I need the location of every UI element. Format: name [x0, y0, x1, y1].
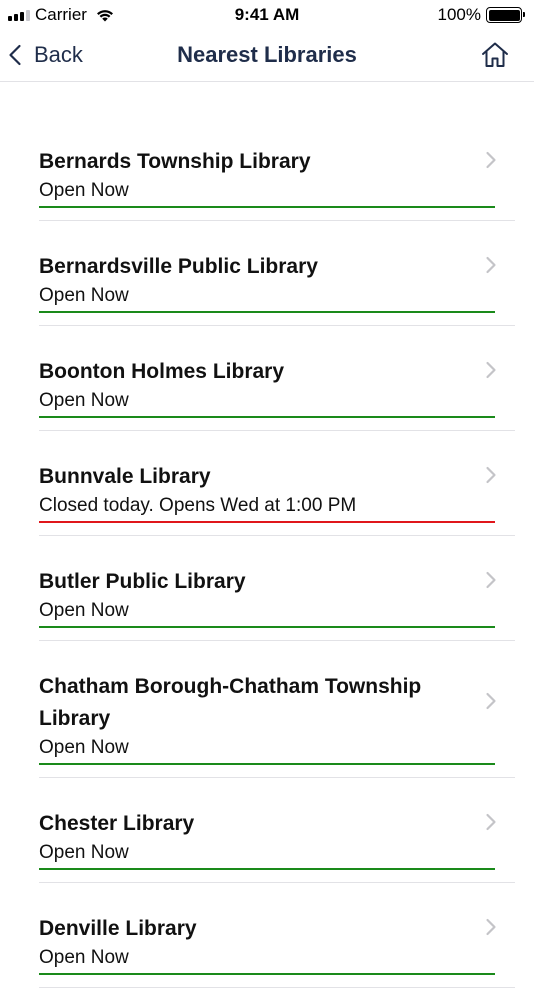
library-name: Chatham Borough-Chatham Township Library [39, 675, 422, 730]
library-status: Open Now [39, 600, 129, 621]
status-indicator-bar [39, 868, 495, 870]
page-title: Nearest Libraries [177, 42, 357, 67]
library-list-item[interactable]: Bernardsville Public Library Open Now [39, 221, 515, 326]
library-list-item[interactable]: Denville Library Open Now [39, 883, 515, 988]
library-list-item[interactable]: Chester Library Open Now [39, 778, 515, 883]
chevron-right-icon [486, 571, 496, 588]
library-list-item[interactable]: Chatham Borough-Chatham Township Library… [39, 641, 515, 778]
chevron-right-icon [486, 151, 496, 168]
chevron-right-icon [486, 361, 496, 378]
navigation-bar: Back Nearest Libraries [0, 30, 534, 82]
battery-icon [486, 7, 525, 23]
chevron-right-icon [486, 918, 496, 935]
chevron-right-icon [486, 692, 496, 709]
status-bar: Carrier 9:41 AM 100% [0, 0, 534, 30]
library-name: Bernards Township Library [39, 150, 311, 173]
library-status: Open Now [39, 947, 129, 968]
library-status: Open Now [39, 180, 129, 201]
chevron-right-icon [486, 256, 496, 273]
library-name: Denville Library [39, 917, 197, 940]
battery-percentage: 100% [437, 5, 481, 24]
status-indicator-bar [39, 763, 495, 765]
status-indicator-bar [39, 973, 495, 975]
library-status: Closed today. Opens Wed at 1:00 PM [39, 495, 357, 516]
library-name: Bunnvale Library [39, 465, 211, 488]
status-indicator-bar [39, 206, 495, 208]
library-name: Bernardsville Public Library [39, 255, 318, 278]
library-name: Chester Library [39, 812, 195, 835]
chevron-right-icon [486, 466, 496, 483]
library-list: Bernards Township Library Open Now Bernard… [0, 116, 534, 988]
home-icon[interactable] [480, 40, 510, 70]
status-indicator-bar [39, 521, 495, 523]
library-list-item[interactable]: Butler Public Library Open Now [39, 536, 515, 641]
battery-group: 100% [437, 5, 525, 25]
library-list-item[interactable]: Bunnvale Library Closed today. Opens Wed … [39, 431, 515, 536]
library-name: Butler Public Library [39, 570, 246, 593]
library-status: Open Now [39, 842, 129, 863]
library-status: Open Now [39, 285, 129, 306]
library-status: Open Now [39, 737, 129, 758]
library-name: Boonton Holmes Library [39, 360, 285, 383]
status-indicator-bar [39, 416, 495, 418]
chevron-right-icon [486, 813, 496, 830]
status-indicator-bar [39, 626, 495, 628]
library-status: Open Now [39, 390, 129, 411]
library-list-item[interactable]: Bernards Township Library Open Now [39, 116, 515, 221]
status-indicator-bar [39, 311, 495, 313]
library-list-item[interactable]: Boonton Holmes Library Open Now [39, 326, 515, 431]
